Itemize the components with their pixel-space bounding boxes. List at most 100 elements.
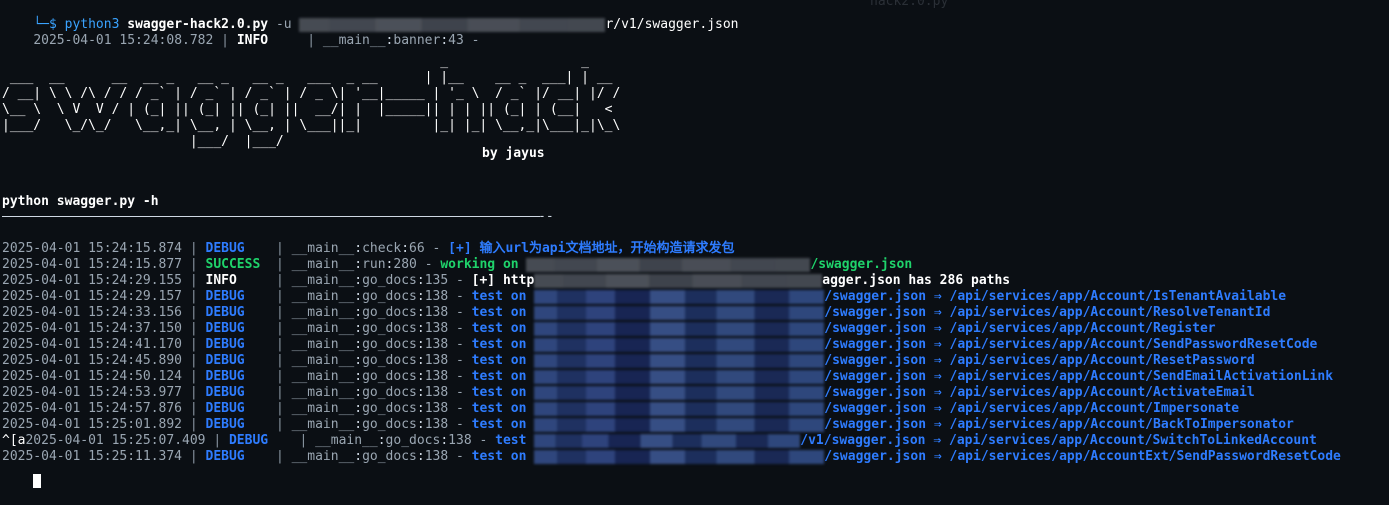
arrow-icon: ⇒ — [933, 449, 942, 464]
log-message: test on — [471, 385, 527, 400]
log-separator: | — [189, 241, 198, 256]
arrow-icon: ⇒ — [933, 305, 942, 320]
log-line: 2025-04-01 15:24:15.877 | SUCCESS | __ma… — [2, 257, 913, 272]
log-dash: - — [456, 289, 464, 304]
swagger-json-path: /swagger.json — [824, 289, 927, 304]
redacted-url — [534, 449, 825, 464]
log-separator: | — [189, 449, 198, 464]
log-separator: | — [189, 353, 198, 368]
log-func: go_docs — [362, 321, 417, 336]
log-timestamp: 2025-04-01 15:24:33.156 — [2, 305, 183, 320]
log-level: DEBUG — [205, 241, 245, 256]
log-level: DEBUG — [205, 321, 245, 336]
log-separator: | — [189, 321, 198, 336]
log-dash: - — [456, 353, 464, 368]
log-line: 2025-04-01 15:24:45.890 | DEBUG | __main… — [2, 353, 1255, 368]
swagger-json-path: /swagger.json — [824, 449, 927, 464]
banner-author: by jayus — [482, 146, 545, 161]
log-message: test on — [471, 337, 527, 352]
log-dash: - — [432, 241, 441, 256]
log-message: test on — [471, 369, 527, 384]
log-module: __main__ — [291, 321, 355, 336]
log-timestamp: 2025-04-01 15:24:53.977 — [2, 385, 183, 400]
usage-hint: python swagger.py -h — [2, 194, 159, 209]
log-func: go_docs — [362, 401, 417, 416]
log-func: go_docs — [385, 433, 441, 448]
log-level: DEBUG — [205, 337, 245, 352]
arrow-icon: ⇒ — [933, 321, 942, 336]
log-level: DEBUG — [205, 305, 245, 320]
log-separator: | — [189, 385, 198, 400]
log-separator: | — [275, 273, 284, 288]
log-line: 2025-04-01 15:25:11.374 | DEBUG | __main… — [2, 449, 1341, 464]
log-func: go_docs — [362, 289, 417, 304]
api-endpoint-path: /api/services/app/Account/ResetPassword — [949, 353, 1255, 368]
log-separator: | — [275, 449, 284, 464]
log-dash: - — [456, 369, 464, 384]
log-module: __main__ — [291, 401, 355, 416]
log-lineno: 138 — [424, 449, 449, 464]
log-level: DEBUG — [205, 353, 245, 368]
log-separator: | — [275, 321, 284, 336]
log-line: 2025-04-01 15:24:37.150 | DEBUG | __main… — [2, 321, 1216, 336]
api-endpoint-path: /api/services/app/Account/IsTenantAvaila… — [949, 289, 1287, 304]
api-endpoint-path: /api/services/app/AccountExt/SendPasswor… — [949, 449, 1341, 464]
url-tail: r/v1/swagger.json — [605, 17, 739, 32]
log-message-suffix: /swagger.json — [810, 257, 913, 272]
redacted-url — [534, 369, 825, 384]
log-module: __main__ — [291, 369, 355, 384]
log-message: test on — [471, 353, 527, 368]
log-separator: | — [189, 401, 198, 416]
log-module: __main__ — [291, 273, 355, 288]
log-module: __main__ — [291, 241, 355, 256]
log-line: 2025-04-01 15:24:29.155 | INFO | __main_… — [2, 273, 1011, 288]
api-endpoint-path: /api/services/app/Account/ResolveTenantI… — [949, 305, 1271, 320]
log-separator: | — [189, 417, 198, 432]
log-func: go_docs — [362, 337, 417, 352]
terminal-cursor — [33, 473, 42, 488]
log-dash: - — [456, 337, 464, 352]
log-func: go_docs — [362, 449, 417, 464]
log-lineno: 138 — [424, 289, 449, 304]
redacted-url — [534, 385, 825, 400]
arrow-icon: ⇒ — [933, 385, 942, 400]
log-dash: - — [479, 433, 488, 448]
ascii-art-banner: _ _ ___ __ __ __ _ __ _ __ _ ___ _ __ | … — [2, 54, 621, 149]
redacted-url — [534, 433, 801, 448]
log-func: go_docs — [362, 369, 417, 384]
log-message: test on — [471, 289, 527, 304]
log-func: go_docs — [362, 353, 417, 368]
api-endpoint-path: /api/services/app/Account/Impersonate — [949, 401, 1240, 416]
arrow-icon: ⇒ — [933, 417, 942, 432]
redacted-url — [534, 401, 825, 416]
log-level: DEBUG — [228, 433, 269, 448]
log-module: __main__ — [291, 289, 355, 304]
log-line: 2025-04-01 15:24:41.170 | DEBUG | __main… — [2, 337, 1318, 352]
log-message: test on — [471, 417, 527, 432]
log-separator: | — [189, 337, 198, 352]
log-dash: - — [456, 321, 464, 336]
log-lineno: 138 — [424, 385, 449, 400]
log-dash: - — [456, 273, 464, 288]
terminal-window[interactable]: hack2.0.py └─$ python3 swagger-hack2.0.p… — [0, 0, 1389, 488]
log-line: 2025-04-01 15:25:01.892 | DEBUG | __main… — [2, 417, 1294, 432]
swagger-json-path: /swagger.json — [824, 305, 927, 320]
api-endpoint-path: /api/services/app/Account/Register — [949, 321, 1216, 336]
log-message: working on — [440, 257, 519, 272]
log-separator: | — [189, 273, 198, 288]
redacted-url — [534, 353, 825, 368]
log-module: __main__ — [291, 337, 355, 352]
log-dash: - — [456, 305, 464, 320]
log-separator: | — [275, 385, 284, 400]
redacted-url — [534, 417, 825, 432]
arrow-icon: ⇒ — [933, 337, 942, 352]
log-timestamp: 2025-04-01 15:25:01.892 — [2, 417, 183, 432]
log-message: test on — [471, 401, 527, 416]
log-timestamp: 2025-04-01 15:24:29.157 — [2, 289, 183, 304]
log-separator: | — [275, 305, 284, 320]
log-line: 2025-04-01 15:24:57.876 | DEBUG | __main… — [2, 401, 1240, 416]
log-line: 2025-04-01 15:24:15.874 | DEBUG | __main… — [2, 241, 735, 256]
log-module: __main__ — [291, 353, 355, 368]
log-func: go_docs — [362, 385, 417, 400]
swagger-json-path: /swagger.json — [824, 337, 927, 352]
